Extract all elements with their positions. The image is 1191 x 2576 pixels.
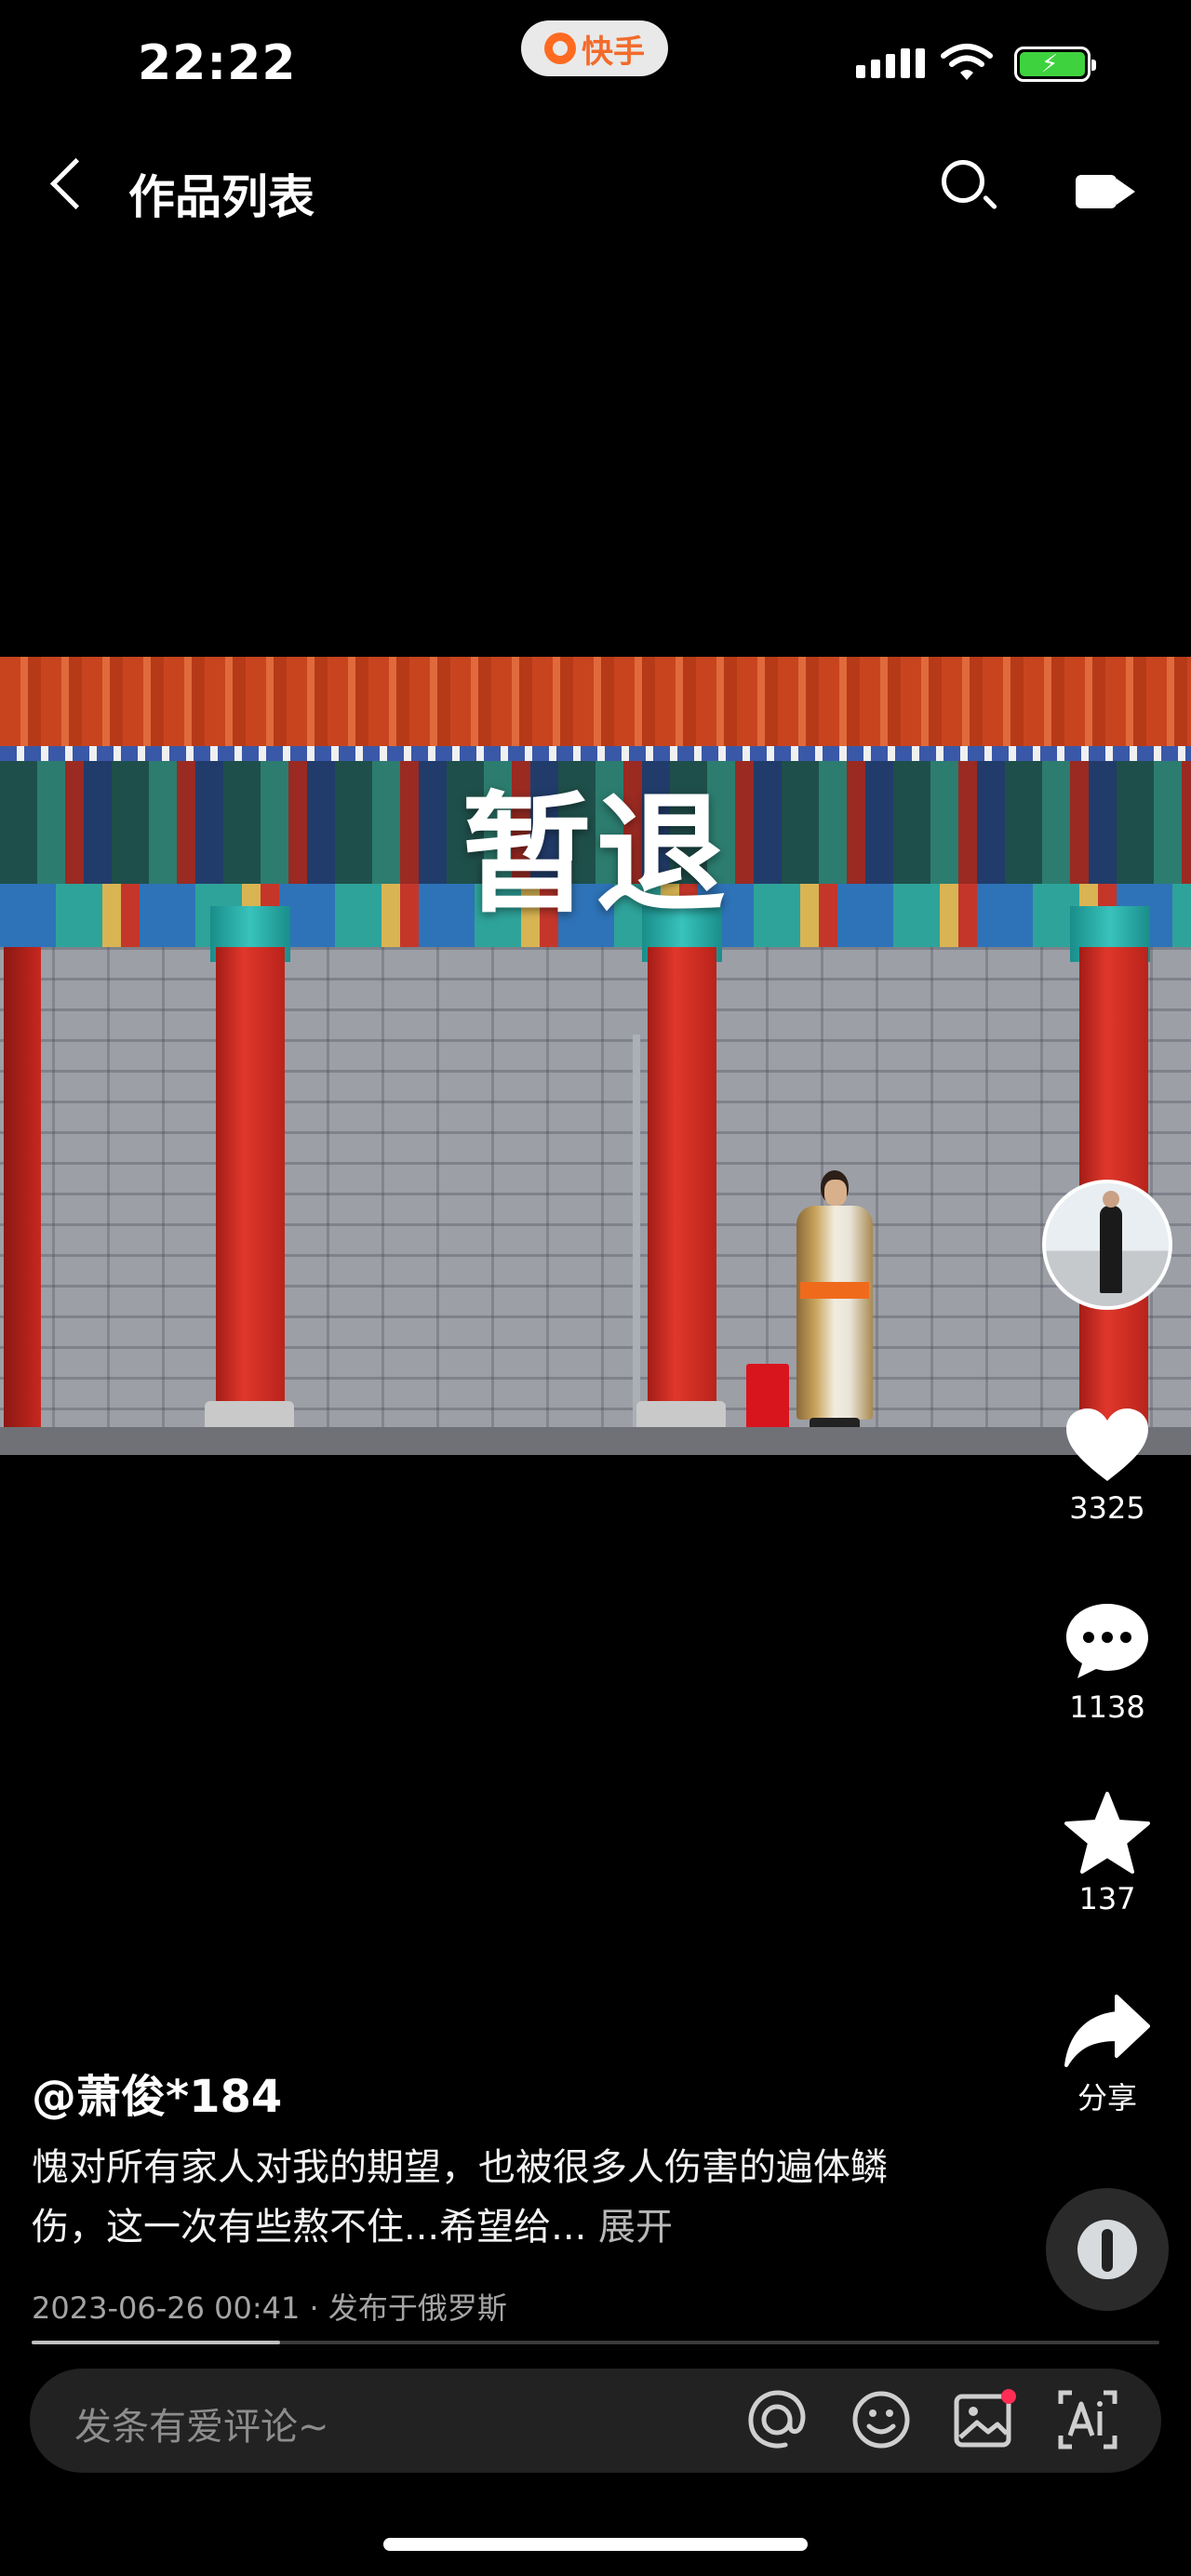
kuaishou-logo-icon [544, 33, 576, 64]
camera-icon[interactable] [1076, 175, 1135, 208]
video-progress-bar[interactable] [32, 2341, 1159, 2344]
video-player[interactable]: 暂退 [0, 657, 1191, 1455]
search-icon[interactable] [942, 160, 984, 203]
like-count: 3325 [1069, 1490, 1145, 1526]
comment-count: 1138 [1069, 1689, 1145, 1725]
home-indicator[interactable] [383, 2538, 808, 2551]
app-badge: 快手 [521, 20, 668, 76]
page-title: 作品列表 [128, 170, 314, 224]
image-icon[interactable] [953, 2387, 1018, 2452]
red-pillar [648, 947, 716, 1431]
status-time: 22:22 [138, 35, 297, 91]
favorite-button[interactable]: 137 [1042, 1792, 1172, 1916]
wifi-icon [940, 43, 994, 86]
share-button[interactable]: 分享 [1042, 1993, 1172, 2117]
app-badge-label: 快手 [582, 33, 645, 71]
comment-button[interactable]: 1138 [1042, 1600, 1172, 1725]
cellular-signal-icon [856, 48, 925, 78]
share-icon [1042, 1993, 1172, 2067]
author-avatar[interactable] [1042, 1180, 1172, 1310]
red-pillar [216, 947, 285, 1431]
post-meta: 2023-06-26 00:41 · 发布于俄罗斯 [32, 2290, 507, 2326]
heart-icon [1064, 1407, 1150, 1483]
fire-extinguisher-box [746, 1364, 789, 1436]
at-icon[interactable] [744, 2387, 810, 2452]
author-username[interactable]: @萧俊*184 [32, 2060, 282, 2125]
temple-roof [0, 657, 1191, 754]
emoji-icon[interactable] [849, 2387, 914, 2452]
ai-icon[interactable] [1055, 2387, 1120, 2452]
video-progress-fill [32, 2341, 280, 2344]
like-button[interactable]: 3325 [1042, 1407, 1172, 1526]
battery-icon: ⚡ [1014, 47, 1096, 82]
video-overlay-text: 暂退 [461, 780, 729, 931]
back-icon[interactable] [49, 157, 102, 210]
person-figure [796, 1170, 873, 1440]
caption-text: 愧对所有家人对我的期望，也被很多人伤害的遍体鳞伤，这一次有些熬不住...希望给.… [32, 2146, 888, 2249]
expand-link[interactable]: 展开 [598, 2206, 673, 2249]
post-caption[interactable]: 愧对所有家人对我的期望，也被很多人伤害的遍体鳞伤，这一次有些熬不住...希望给.… [32, 2138, 906, 2257]
comment-icon [1042, 1600, 1172, 1682]
favorite-count: 137 [1078, 1881, 1136, 1916]
comment-input[interactable]: 发条有爱评论~ [74, 2396, 329, 2450]
star-icon [1042, 1792, 1172, 1874]
share-label: 分享 [1077, 2080, 1137, 2116]
music-disc[interactable] [1046, 2188, 1169, 2311]
